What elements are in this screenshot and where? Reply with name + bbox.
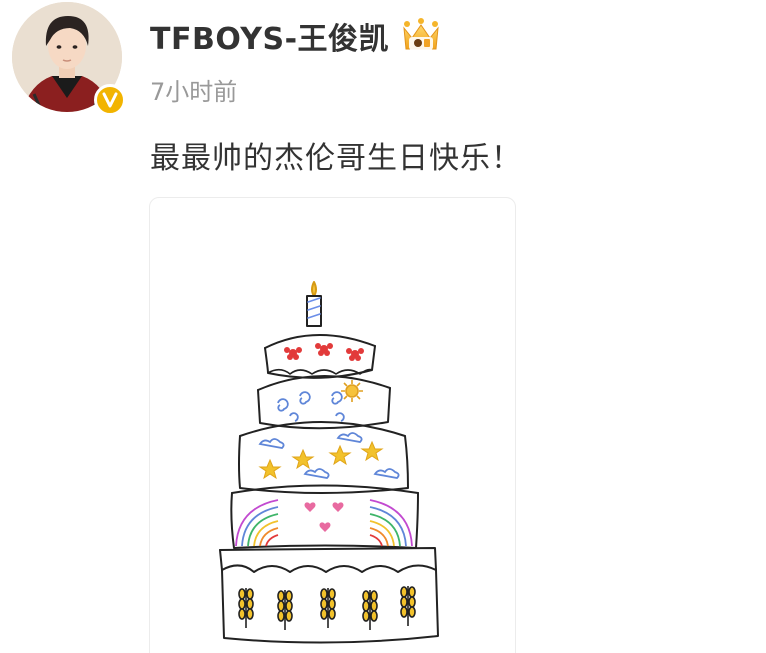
vip-crown-icon[interactable] (399, 16, 443, 56)
post-timestamp[interactable]: 7小时前 (150, 72, 237, 107)
author-row: TFBOYS-王俊凯 (150, 14, 443, 58)
post-text: 最最帅的杰伦哥生日快乐！ (150, 141, 522, 176)
author-name[interactable]: TFBOYS-王俊凯 (150, 14, 389, 58)
birthday-cake-drawing (219, 281, 439, 644)
post-image[interactable] (149, 197, 516, 653)
verified-badge-icon (94, 84, 126, 116)
author-avatar-container[interactable] (12, 2, 126, 116)
weibo-post: TFBOYS-王俊凯 7小时前 最最帅的杰伦哥生日快乐！ (0, 0, 766, 653)
